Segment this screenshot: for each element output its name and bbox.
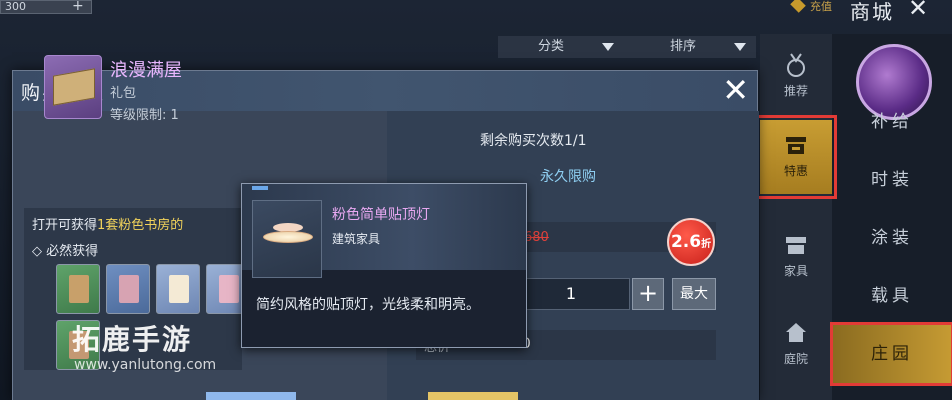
sidebar-item-furniture[interactable]: 家具	[760, 220, 832, 294]
sidebar-item-label: 家具	[783, 264, 808, 278]
ceiling-lamp-image	[252, 200, 322, 278]
chevron-down-icon	[734, 43, 746, 51]
shop-icon	[786, 137, 806, 154]
reward-item-lamp[interactable]	[156, 264, 200, 314]
contents-description: 打开可获得1套粉色书房的	[32, 214, 183, 233]
watermark-logo-text: 拓鹿手游	[72, 323, 193, 356]
discount-value: 2.6	[670, 232, 702, 252]
quantity-plus-button[interactable]: +	[632, 278, 664, 310]
watermark-url: www.yanlutong.com	[74, 357, 217, 373]
sidebar-item-label: 特惠	[783, 164, 808, 178]
sidebar-item-recommend[interactable]: 推荐	[760, 40, 832, 114]
coin-icon	[790, 0, 806, 13]
recharge-label: 充值	[810, 0, 832, 13]
close-icon[interactable]: ✕	[722, 73, 749, 107]
add-currency-button[interactable]: +	[72, 0, 84, 14]
original-price: 680	[524, 230, 549, 245]
medal-icon	[787, 53, 805, 77]
item-tooltip: 粉色简单贴顶灯 建筑家具 简约风格的贴顶灯，光线柔和明亮。	[241, 183, 527, 348]
discount-badge: 2.6折	[667, 218, 715, 266]
category-supply[interactable]: 补给	[832, 92, 952, 152]
guaranteed-label: ◇ 必然获得	[32, 244, 99, 259]
sidebar-item-label: 庭院	[783, 352, 808, 366]
quantity-max-button[interactable]: 最大	[672, 278, 716, 310]
contents-prefix: 打开可获得	[32, 218, 98, 233]
category-vehicle[interactable]: 载具	[832, 266, 952, 326]
confirm-purchase-button[interactable]	[428, 392, 518, 400]
sidebar-item-label: 推荐	[783, 84, 808, 98]
reward-item-easel[interactable]	[56, 264, 100, 314]
reward-item-bookshelf[interactable]	[106, 264, 150, 314]
tooltip-item-category: 建筑家具	[332, 232, 381, 246]
filter-bar: 分类 排序	[498, 36, 756, 58]
furniture-icon	[786, 237, 806, 254]
category-fashion[interactable]: 时装	[832, 150, 952, 210]
house-icon	[786, 323, 806, 342]
category-manor[interactable]: 庄园	[830, 322, 952, 386]
sidebar-item-courtyard[interactable]: 庭院	[760, 308, 832, 382]
chevron-down-icon	[602, 43, 614, 51]
sort-filter-dropdown[interactable]: 排序	[630, 36, 754, 58]
category-filter-dropdown[interactable]: 分类	[498, 36, 622, 58]
recharge-button[interactable]: 充值	[766, 0, 832, 14]
category-filter-label: 分类	[538, 39, 565, 54]
remaining-purchases: 剩余购买次数1/1	[480, 133, 587, 149]
item-type: 礼包	[110, 86, 137, 101]
item-level-limit: 等级限制: 1	[110, 108, 179, 123]
purchase-limit: 永久限购	[540, 169, 596, 185]
discount-suffix: 折	[701, 239, 712, 250]
sidebar-item-special-offer[interactable]: 特惠	[755, 115, 837, 199]
shop-close-icon[interactable]: ✕	[908, 0, 928, 22]
contents-highlight: 1套粉色书房的	[97, 218, 184, 233]
category-paint[interactable]: 涂装	[832, 208, 952, 268]
tooltip-tab-indicator	[252, 186, 268, 190]
item-name: 浪漫满屋	[110, 60, 182, 81]
tooltip-item-name: 粉色简单贴顶灯	[332, 207, 430, 223]
sort-filter-label: 排序	[670, 39, 697, 54]
gift-box-icon	[44, 55, 102, 119]
shop-title: 商城	[850, 0, 894, 24]
cancel-button[interactable]	[206, 392, 296, 400]
tooltip-description: 简约风格的贴顶灯，光线柔和明亮。	[256, 297, 480, 313]
